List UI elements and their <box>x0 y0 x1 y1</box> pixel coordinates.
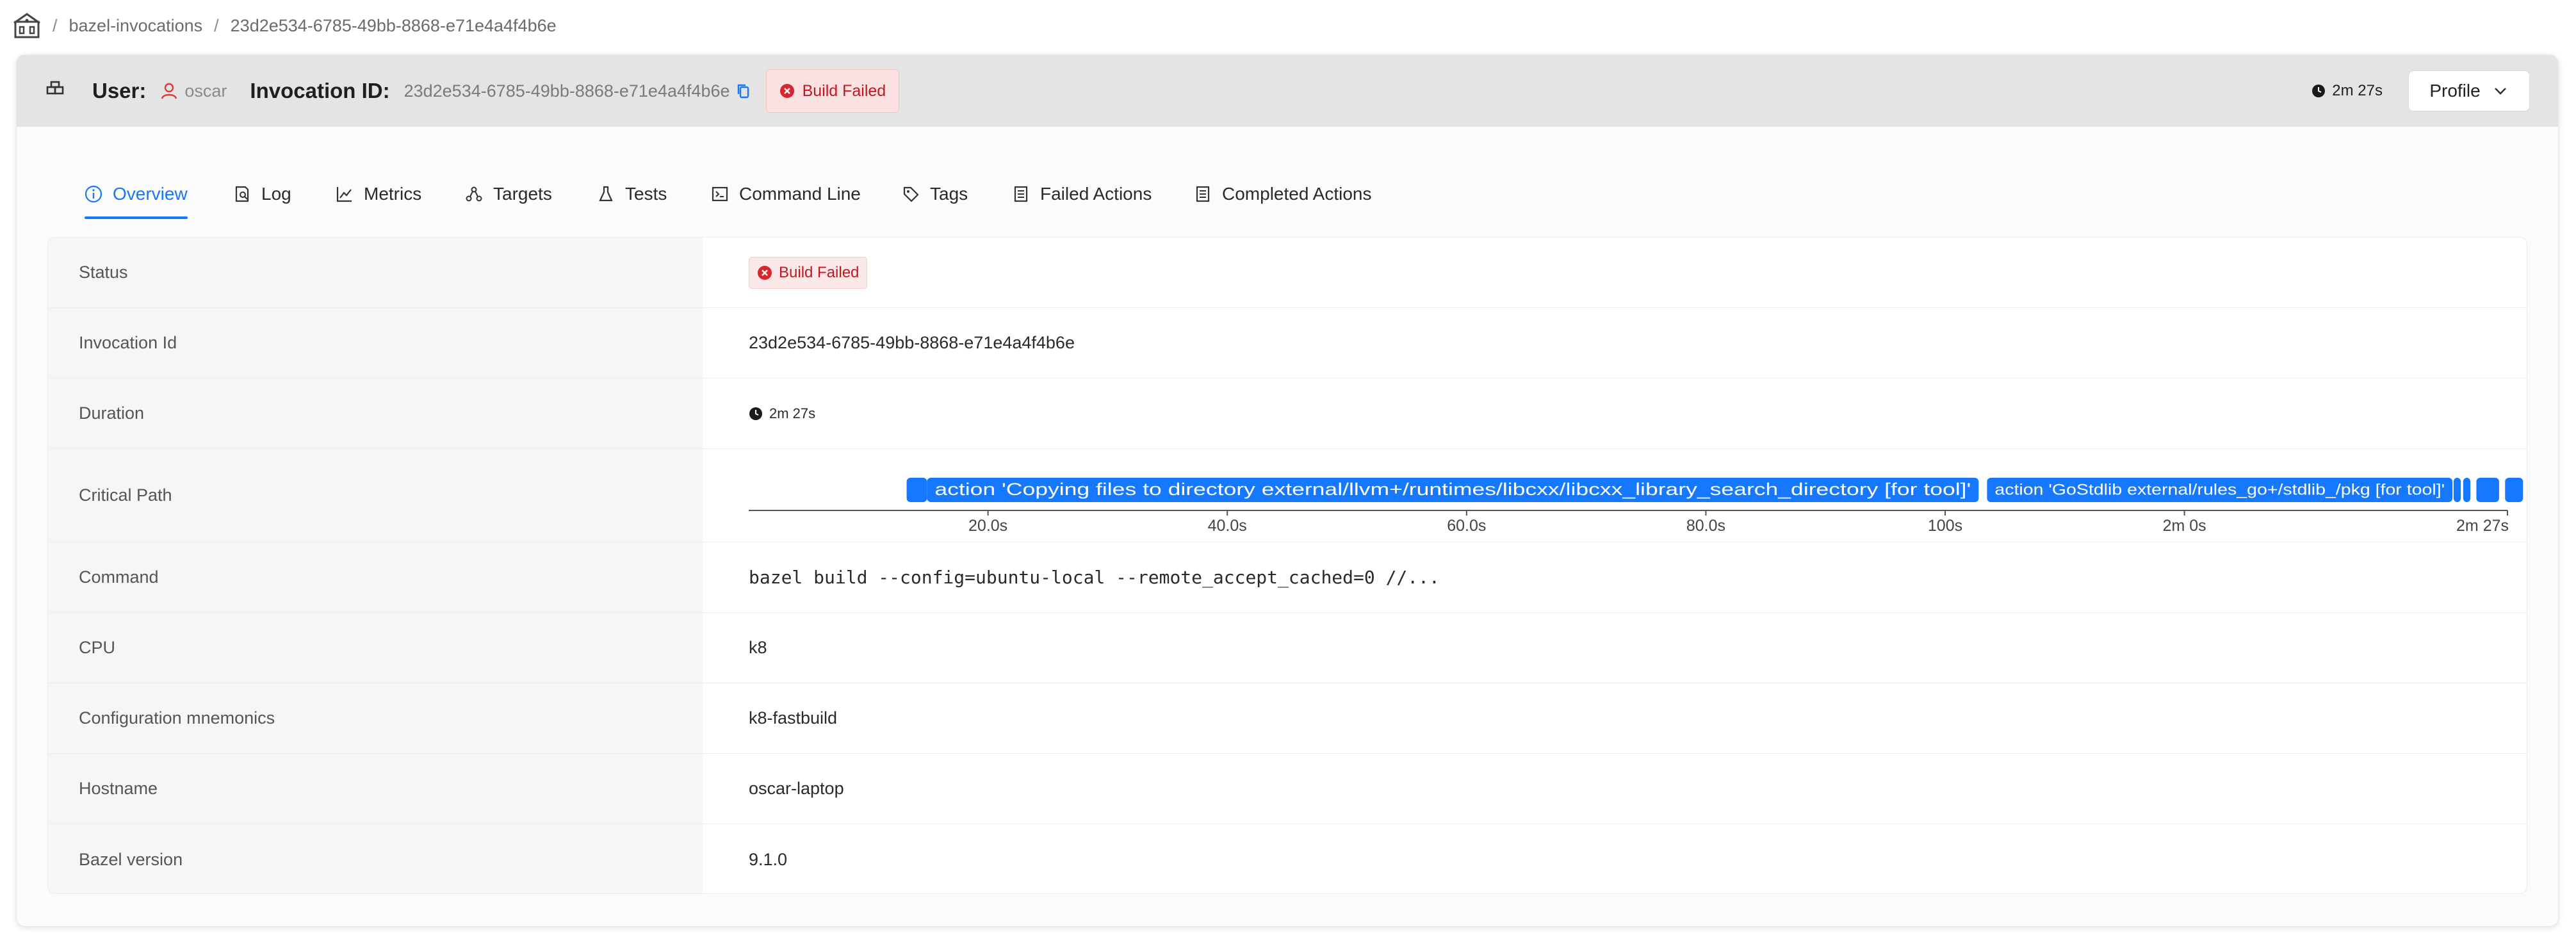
row-hostname: Hostname oscar-laptop <box>48 754 2527 824</box>
critical-path-bar-label: action 'GoStdlib external/rules_go+/stdl… <box>1994 481 2445 498</box>
breadcrumb-separator: / <box>53 15 58 35</box>
critical-path-bar[interactable] <box>2463 478 2471 502</box>
clock-icon <box>2311 84 2326 98</box>
critical-path-bar[interactable] <box>906 478 927 502</box>
cube-icon <box>45 79 68 102</box>
chart-icon <box>336 185 354 203</box>
critical-path-bar-label: action 'Copying files to directory exter… <box>934 480 1971 499</box>
cpu-text: k8 <box>749 638 767 657</box>
critical-path-bar[interactable] <box>2505 478 2523 502</box>
breadcrumb-item-invocations[interactable]: bazel-invocations <box>69 16 203 36</box>
chevron-down-icon <box>2492 83 2509 99</box>
user-icon <box>160 82 178 100</box>
tab-label: Targets <box>493 184 552 204</box>
terminal-icon <box>711 185 729 203</box>
invocation-id-label: Invocation ID: <box>250 79 390 102</box>
clock-icon <box>749 407 763 421</box>
critical-path-chart: action 'Copying files to directory exter… <box>749 449 2527 542</box>
row-label: Bazel version <box>79 849 183 869</box>
tab-metrics[interactable]: Metrics <box>336 169 421 219</box>
duration-text: 2m 27s <box>769 405 816 421</box>
row-command: Command bazel build --config=ubuntu-loca… <box>48 542 2527 613</box>
timeline-tick-label: 2m 0s <box>2163 517 2206 535</box>
info-icon <box>85 185 102 203</box>
status-text: Build Failed <box>779 263 860 281</box>
close-circle-icon <box>779 83 795 99</box>
invocation-header: User: oscar Invocation ID: 23d2e534-6785… <box>17 55 2558 127</box>
timeline-tick-label: 40.0s <box>1208 517 1247 535</box>
critical-path-bar[interactable] <box>2476 478 2499 502</box>
row-critical-path: Critical Path action 'Copying files to d… <box>48 449 2527 542</box>
row-cpu: CPU k8 <box>48 613 2527 683</box>
profile-button[interactable]: Profile <box>2408 70 2530 111</box>
invocation-details-table: Status Build Failed Invocation Id 23d2e5… <box>47 237 2527 894</box>
row-duration: Duration 2m 27s <box>48 378 2527 449</box>
tab-label: Overview <box>113 184 188 204</box>
invocation-id-text: 23d2e534-6785-49bb-8868-e71e4a4f4b6e <box>749 333 1075 352</box>
tab-label: Completed Actions <box>1222 184 1372 204</box>
tag-icon <box>902 185 920 203</box>
row-label: CPU <box>79 638 116 657</box>
hostname-text: oscar-laptop <box>749 779 844 798</box>
status-badge: Build Failed <box>749 256 868 289</box>
tab-label: Log <box>261 184 291 204</box>
tab-label: Command Line <box>739 184 861 204</box>
command-text: bazel build --config=ubuntu-local --remo… <box>749 567 1440 588</box>
user-label: User: <box>92 79 147 102</box>
close-circle-icon <box>757 265 772 281</box>
tab-label: Failed Actions <box>1040 184 1152 204</box>
row-label: Configuration mnemonics <box>79 708 275 728</box>
row-label: Hostname <box>79 779 158 798</box>
critical-path-bar[interactable] <box>2453 478 2461 502</box>
tab-tests[interactable]: Tests <box>597 169 667 219</box>
row-bazel-version: Bazel version 9.1.0 <box>48 824 2527 893</box>
user-name[interactable]: oscar <box>184 81 227 101</box>
targets-icon <box>465 185 483 203</box>
configuration-text: k8-fastbuild <box>749 708 838 728</box>
build-status-badge: Build Failed <box>765 69 900 113</box>
invocation-id-value: 23d2e534-6785-49bb-8868-e71e4a4f4b6e <box>404 81 730 101</box>
home-icon[interactable] <box>13 12 41 40</box>
tab-label: Tags <box>930 184 968 204</box>
breadcrumb: / bazel-invocations / 23d2e534-6785-49bb… <box>13 6 557 45</box>
tab-failed-actions[interactable]: Failed Actions <box>1012 169 1152 219</box>
profile-button-label: Profile <box>2429 81 2481 101</box>
timeline-tick-label: 2m 27s <box>2456 517 2509 535</box>
tab-log[interactable]: Log <box>233 169 291 219</box>
build-status-text: Build Failed <box>802 81 886 100</box>
row-label: Invocation Id <box>79 333 177 352</box>
timeline-tick-label: 80.0s <box>1686 517 1725 535</box>
list-icon <box>1012 185 1030 203</box>
tab-completed-actions[interactable]: Completed Actions <box>1194 169 1371 219</box>
invocation-card: User: oscar Invocation ID: 23d2e534-6785… <box>17 55 2558 926</box>
row-label: Command <box>79 567 159 587</box>
critical-path-svg: action 'Copying files to directory exter… <box>749 478 2523 535</box>
timeline-tick-label: 100s <box>1928 517 1962 535</box>
row-label: Critical Path <box>79 485 172 505</box>
tab-label: Metrics <box>364 184 422 204</box>
tab-label: Tests <box>625 184 667 204</box>
timeline-tick-label: 20.0s <box>968 517 1007 535</box>
log-icon <box>233 185 251 203</box>
flask-icon <box>597 185 615 203</box>
copy-icon[interactable] <box>735 83 752 99</box>
timeline-tick-label: 60.0s <box>1447 517 1486 535</box>
tab-targets[interactable]: Targets <box>465 169 552 219</box>
breadcrumb-separator: / <box>214 15 219 35</box>
breadcrumb-item-invocation-id: 23d2e534-6785-49bb-8868-e71e4a4f4b6e <box>230 15 557 35</box>
row-label: Status <box>79 263 128 282</box>
row-configuration: Configuration mnemonics k8-fastbuild <box>48 683 2527 754</box>
header-duration: 2m 27s <box>2332 82 2383 99</box>
list-icon <box>1194 185 1212 203</box>
row-invocation-id: Invocation Id 23d2e534-6785-49bb-8868-e7… <box>48 308 2527 378</box>
row-label: Duration <box>79 403 145 423</box>
bazel-version-text: 9.1.0 <box>749 849 788 869</box>
row-status: Status Build Failed <box>48 238 2527 308</box>
tab-command-line[interactable]: Command Line <box>711 169 861 219</box>
tab-overview[interactable]: Overview <box>85 169 188 219</box>
tab-tags[interactable]: Tags <box>902 169 968 219</box>
